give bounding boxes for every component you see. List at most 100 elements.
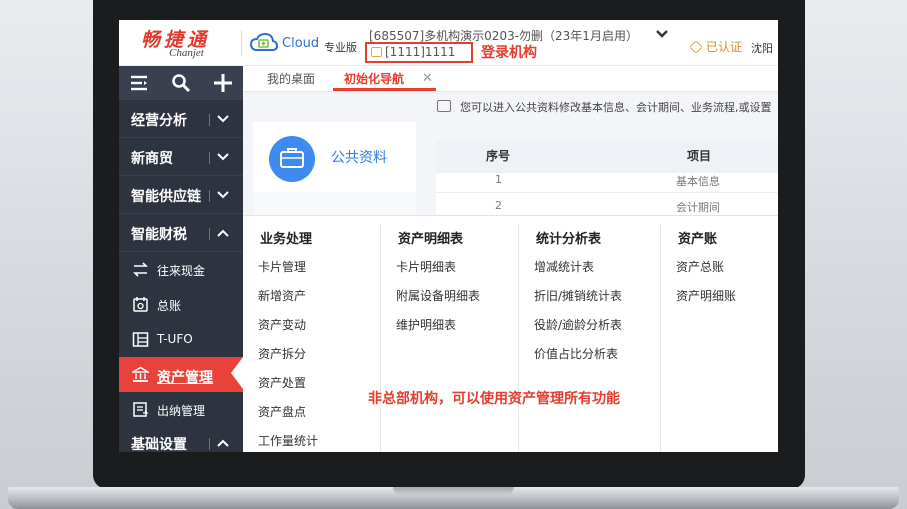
transfer-icon — [133, 262, 148, 277]
login-org-code: [1111]1111 — [365, 42, 473, 63]
sidebar-item-label: 总账 — [157, 299, 182, 313]
edition-label: 专业版 — [324, 41, 357, 54]
sidebar-group-basic-settings[interactable]: 基础设置 — [119, 424, 243, 452]
close-icon[interactable]: ✕ — [422, 71, 433, 86]
bank-icon — [132, 366, 149, 382]
asset-management-menu — [243, 215, 778, 452]
table-cell: 2 — [495, 199, 502, 212]
laptop-notch — [393, 487, 514, 495]
sidebar: 经营分析 新商贸 智能供应链 智能财税 往来现金 总账 T-UFO 资产管理 出… — [119, 66, 243, 452]
chevron-down-icon — [217, 115, 229, 123]
message-icon — [437, 100, 451, 112]
sidebar-item-label: 往来现金 — [157, 264, 206, 278]
menu-item[interactable]: 卡片管理 — [258, 258, 306, 275]
sidebar-group-label: 基础设置 — [131, 437, 187, 452]
divider — [209, 152, 210, 164]
sidebar-group-new-trade[interactable]: 新商贸 — [119, 138, 243, 176]
search-icon[interactable] — [171, 73, 191, 93]
sidebar-group-label: 新商贸 — [131, 151, 173, 167]
sidebar-item-cashier[interactable]: 出纳管理 — [119, 392, 243, 427]
notice-text: 您可以进入公共资料修改基本信息、会计期间、业务流程,或设置 — [460, 101, 772, 114]
menu-column-title: 资产账 — [678, 232, 718, 247]
table-cell: 基本信息 — [676, 175, 720, 188]
card-placeholder — [253, 192, 416, 216]
chevron-down-icon[interactable] — [655, 27, 669, 41]
tab-my-desktop[interactable]: 我的桌面 — [267, 70, 315, 87]
column-header: 序号 — [486, 149, 511, 163]
menu-item[interactable]: 附属设备明细表 — [396, 287, 480, 304]
menu-column-title: 资产明细表 — [398, 232, 464, 247]
asset-note-callout: 非总部机构，可以使用资产管理所有功能 — [368, 391, 620, 407]
sidebar-item-tufo[interactable]: T-UFO — [119, 322, 243, 357]
menu-item[interactable]: 役龄/逾龄分析表 — [534, 316, 622, 333]
menu-item[interactable]: 卡片明细表 — [396, 258, 456, 275]
column-divider — [380, 225, 381, 452]
table-cell: 1 — [495, 173, 502, 186]
chevron-down-icon — [217, 153, 229, 161]
app-window: 畅捷通 Chanjet Cloud 专业版 [685507]多机构演示0203-… — [119, 20, 778, 452]
login-org-callout: 登录机构 — [481, 45, 537, 61]
active-tab-indicator — [333, 88, 436, 91]
header-divider — [241, 30, 242, 56]
tab-bar: 我的桌面 初始化导航 — [243, 66, 778, 92]
region-label: 沈阳 — [751, 42, 773, 55]
sidebar-toolbar — [119, 66, 243, 100]
cloud-label: Cloud — [282, 36, 320, 51]
menu-item[interactable]: 资产拆分 — [258, 345, 306, 362]
collapse-menu-icon[interactable] — [129, 73, 149, 93]
active-item-pointer — [231, 357, 243, 389]
sidebar-item-ledger[interactable]: 总账 — [119, 287, 243, 322]
sidebar-group-label: 经营分析 — [131, 113, 187, 129]
sidebar-item-label: 资产管理 — [157, 370, 213, 386]
column-divider — [518, 225, 519, 452]
divider — [209, 114, 210, 126]
certified-icon — [689, 40, 703, 54]
report-icon — [132, 332, 149, 347]
chevron-down-icon — [217, 191, 229, 199]
certified-badge: 已认证 — [689, 38, 743, 55]
menu-item[interactable]: 资产处置 — [258, 374, 306, 391]
sidebar-item-cash[interactable]: 往来现金 — [119, 252, 243, 287]
app-header: 畅捷通 Chanjet Cloud 专业版 [685507]多机构演示0203-… — [119, 20, 778, 66]
menu-item[interactable]: 增减统计表 — [534, 258, 594, 275]
ledger-icon — [133, 297, 148, 312]
add-icon[interactable] — [213, 73, 233, 93]
org-code-text: [1111]1111 — [385, 45, 456, 59]
cloud-icon — [249, 32, 279, 51]
table-cell: 会计期间 — [676, 201, 720, 214]
brand-logo-en: Chanjet — [169, 47, 204, 59]
menu-item[interactable]: 资产变动 — [258, 316, 306, 333]
menu-item[interactable]: 维护明细表 — [396, 316, 456, 333]
column-header: 项目 — [687, 149, 712, 163]
menu-item[interactable]: 资产盘点 — [258, 403, 306, 420]
org-icon — [371, 47, 382, 57]
tab-init-navigation[interactable]: 初始化导航 — [344, 70, 404, 87]
sidebar-group-finance-tax[interactable]: 智能财税 — [119, 214, 243, 252]
menu-item[interactable]: 资产明细账 — [676, 287, 736, 304]
sidebar-item-label: T-UFO — [157, 332, 193, 346]
menu-item[interactable]: 新增资产 — [258, 287, 306, 304]
column-divider — [660, 225, 661, 452]
divider — [209, 438, 210, 450]
menu-item[interactable]: 工作量统计 — [258, 432, 318, 449]
menu-item[interactable]: 资产总账 — [676, 258, 724, 275]
menu-column-title: 统计分析表 — [536, 232, 602, 247]
certified-text: 已认证 — [706, 40, 743, 54]
row-divider — [436, 192, 778, 193]
chevron-up-icon — [217, 229, 229, 237]
divider — [209, 228, 210, 240]
sidebar-group-label: 智能财税 — [131, 227, 187, 243]
sidebar-group-supply-chain[interactable]: 智能供应链 — [119, 176, 243, 214]
briefcase-icon — [269, 136, 315, 182]
chevron-up-icon — [217, 439, 229, 447]
sidebar-item-label: 出纳管理 — [157, 404, 206, 418]
card-title[interactable]: 公共资料 — [331, 147, 387, 167]
cashier-icon — [133, 402, 149, 417]
sidebar-group-label: 智能供应链 — [131, 189, 201, 205]
sidebar-item-asset-management[interactable]: 资产管理 — [119, 357, 243, 392]
menu-column-title: 业务处理 — [260, 232, 313, 247]
sidebar-group-business-analysis[interactable]: 经营分析 — [119, 100, 243, 138]
menu-item[interactable]: 价值占比分析表 — [534, 345, 618, 362]
menu-item[interactable]: 折旧/摊销统计表 — [534, 287, 622, 304]
divider — [209, 190, 210, 202]
